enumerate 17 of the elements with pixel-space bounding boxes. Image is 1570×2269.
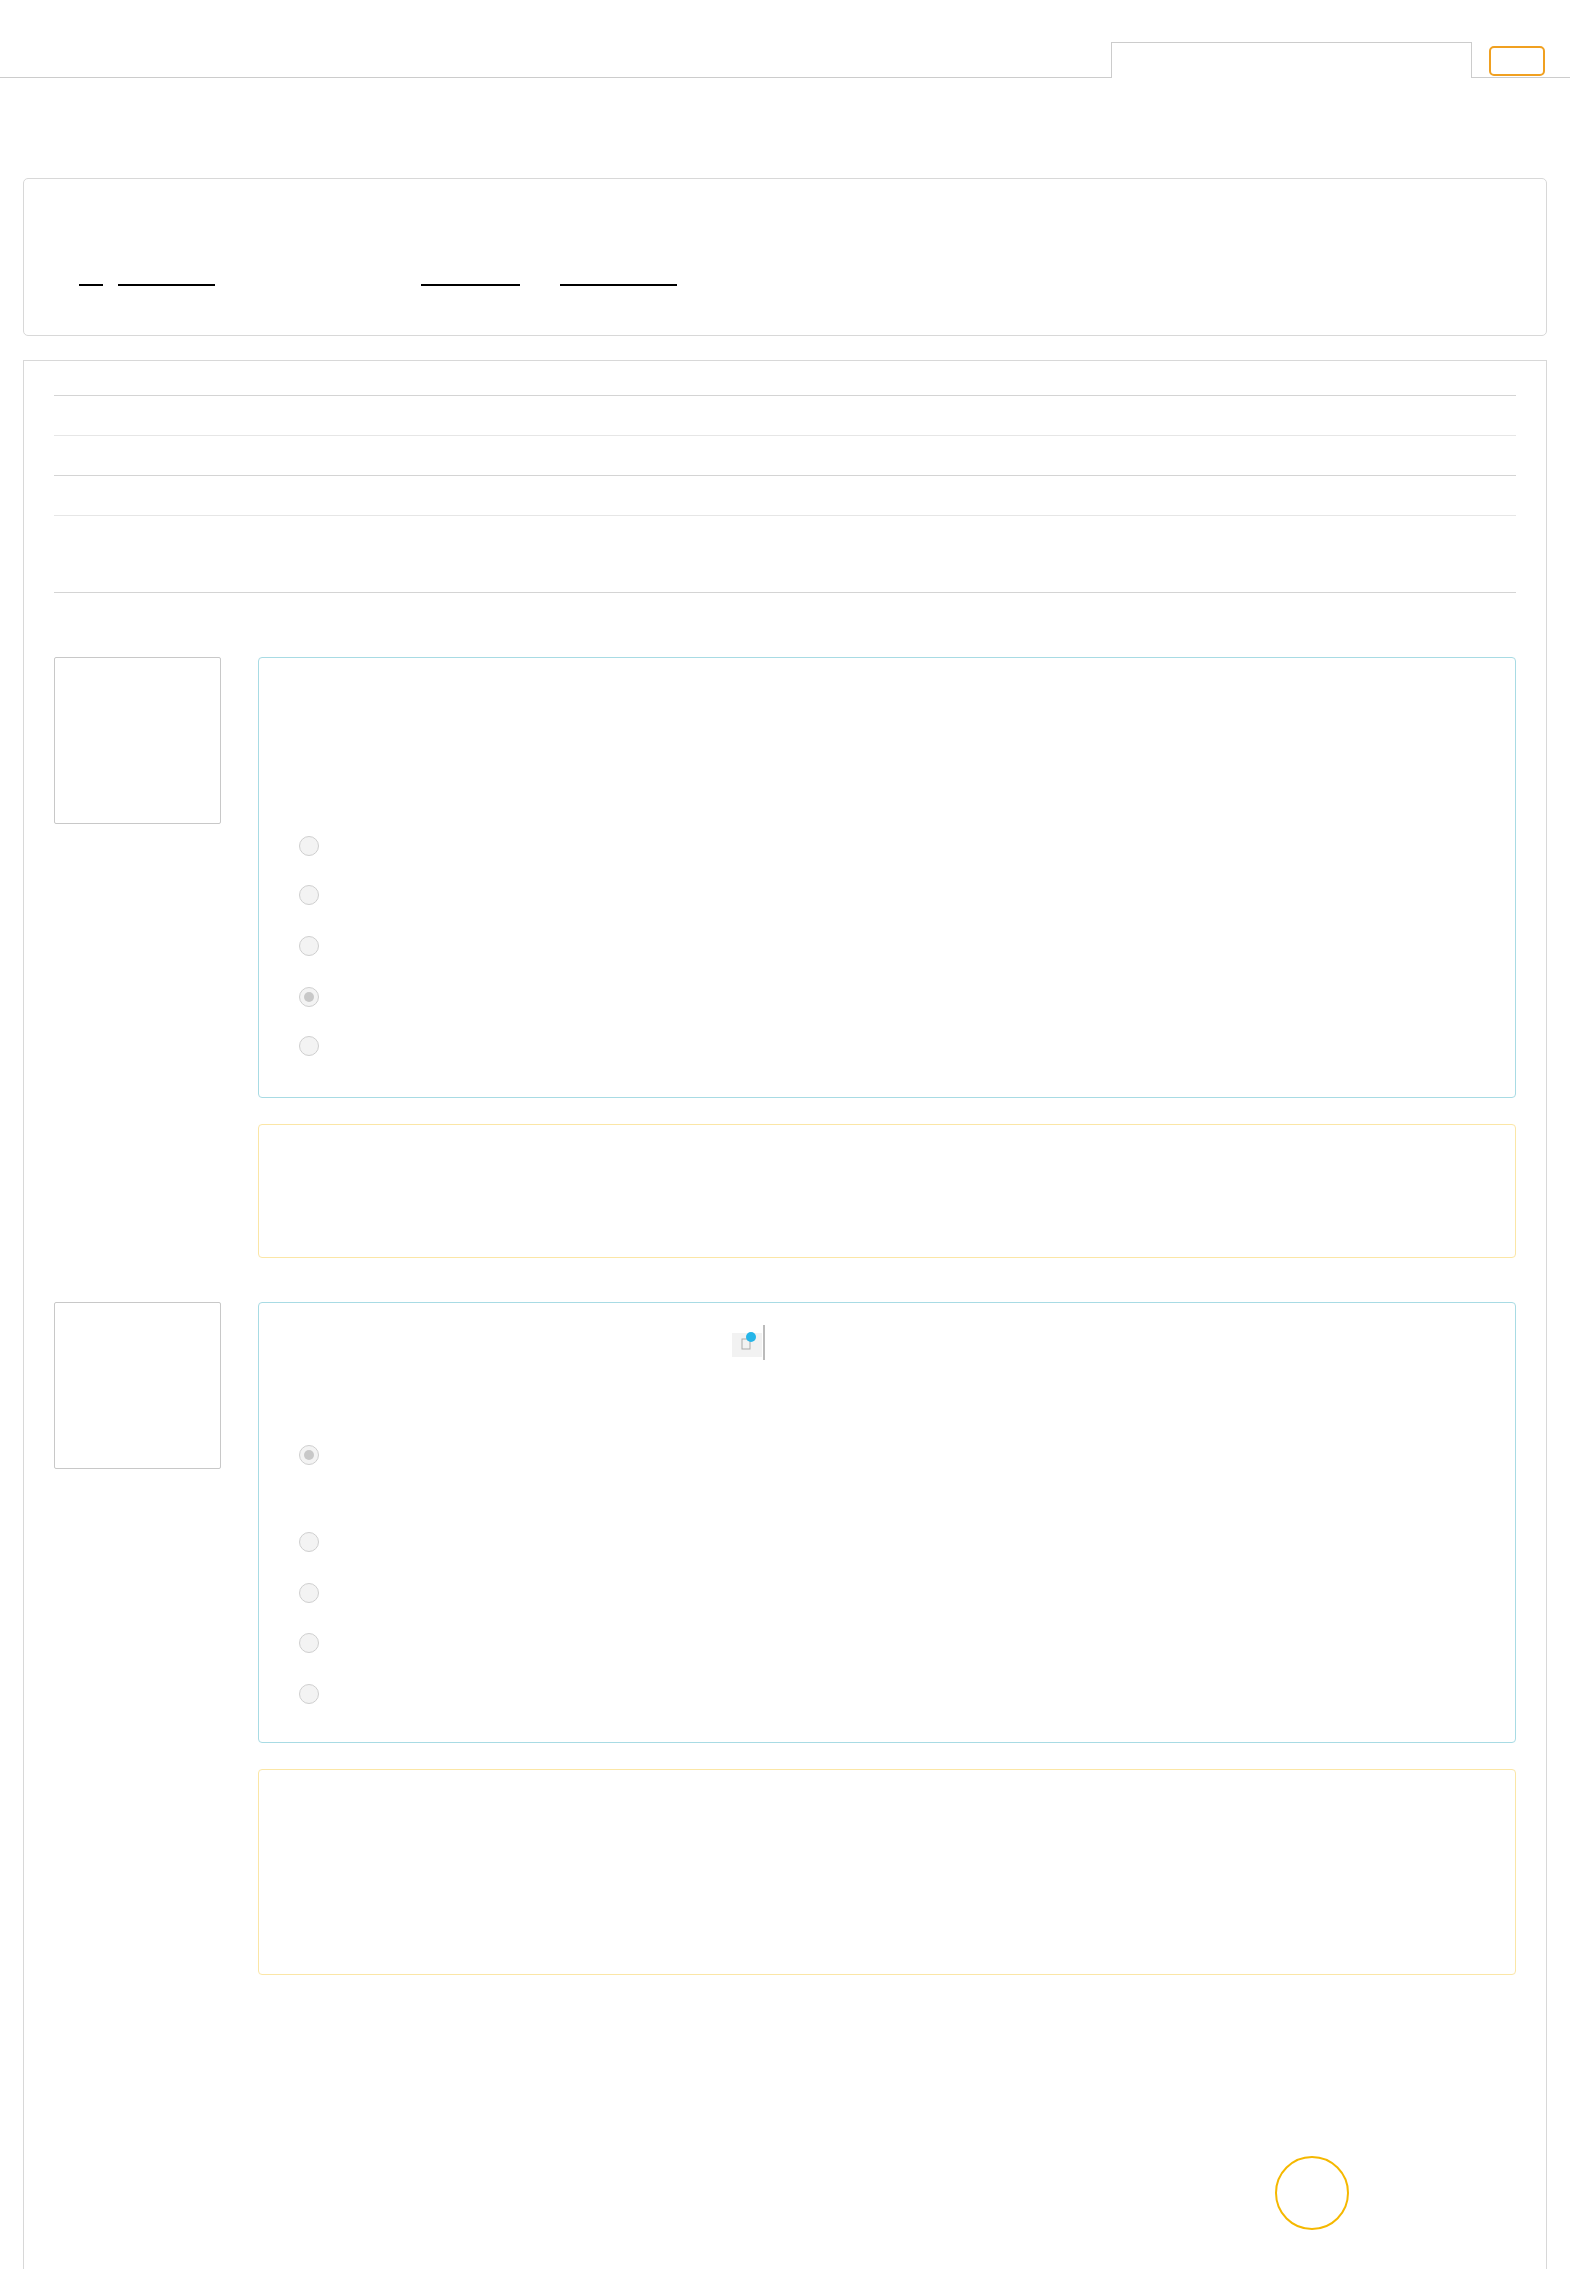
header-button[interactable] [1489, 46, 1545, 76]
radio-button[interactable] [299, 885, 319, 905]
radio-button[interactable] [299, 1633, 319, 1653]
radio-button[interactable] [299, 836, 319, 856]
tab[interactable] [1111, 42, 1472, 78]
fill-in-line[interactable] [560, 284, 677, 286]
radio-button[interactable] [299, 1583, 319, 1603]
attachment-icon[interactable] [730, 1325, 765, 1360]
fill-in-line[interactable] [118, 284, 215, 286]
radio-button[interactable] [299, 936, 319, 956]
radio-button[interactable] [299, 987, 319, 1007]
fill-in-line[interactable] [421, 284, 520, 286]
fill-in-line[interactable] [79, 284, 103, 286]
radio-button[interactable] [299, 1445, 319, 1465]
radio-button[interactable] [299, 1036, 319, 1056]
radio-button[interactable] [299, 1532, 319, 1552]
radio-button[interactable] [299, 1684, 319, 1704]
